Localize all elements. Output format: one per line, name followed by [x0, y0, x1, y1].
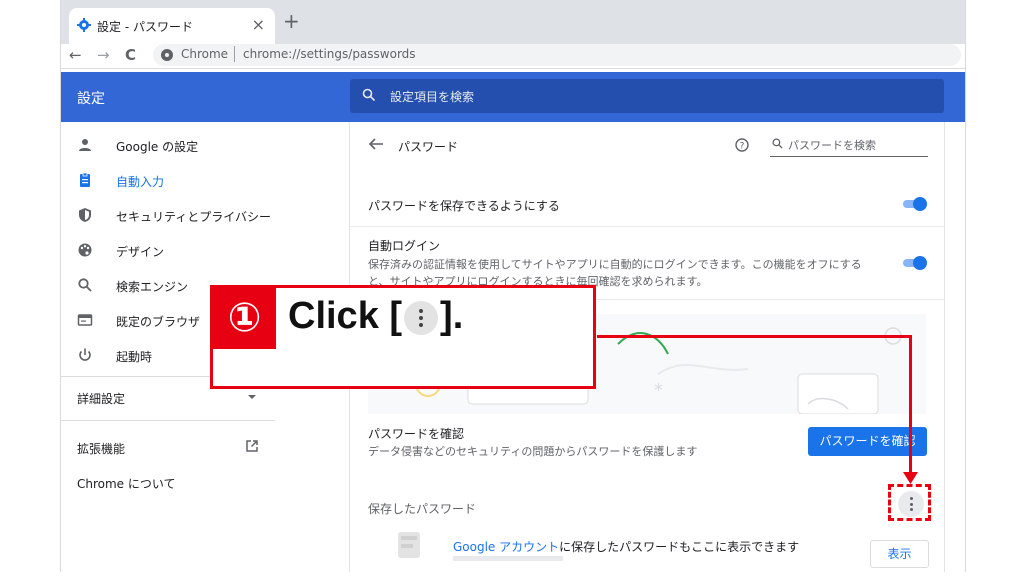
auto-signin-description: 保存済みの認証情報を使用してサイトやアプリに自動的にログインできます。この機能を…: [368, 258, 862, 271]
url-text[interactable]: chrome://settings/passwords: [243, 47, 416, 61]
instruction-text: Click [].: [288, 295, 463, 338]
browser-toolbar: ← → C Chrome chrome://settings/passwords: [61, 44, 965, 69]
row-divider: [350, 226, 944, 227]
search-icon: [772, 138, 783, 149]
search-icon: [78, 278, 92, 292]
omnibox-separator: [234, 46, 235, 62]
annotation-connector-horizontal: [597, 335, 912, 338]
site-label: Chrome: [181, 47, 229, 61]
annotation-highlight-box: [888, 484, 931, 521]
autofill-icon: [80, 172, 90, 187]
step-number-badge: ①: [213, 288, 276, 349]
section-title: パスワード: [398, 140, 459, 154]
instruction-callout: ① Click [].: [210, 285, 596, 389]
sidebar-item-extensions[interactable]: 拡張機能: [77, 440, 125, 457]
gear-icon: [77, 18, 91, 32]
arrow-down-icon: [903, 472, 918, 484]
sidebar-item-autofill[interactable]: 自動入力: [77, 170, 267, 190]
search-icon: [362, 88, 376, 102]
check-passwords-title: パスワードを確認: [368, 427, 465, 441]
back-arrow-icon[interactable]: [368, 137, 384, 151]
svg-text:?: ?: [740, 142, 745, 152]
offer-to-save-toggle[interactable]: [901, 197, 927, 211]
settings-search-input[interactable]: 設定項目を検索: [350, 79, 944, 113]
help-icon[interactable]: ?: [735, 138, 749, 152]
sidebar-item-google[interactable]: Google の設定: [77, 135, 267, 155]
instruction-text-after: ].: [440, 295, 464, 337]
tab-strip: 設定 - パスワード × +: [61, 0, 965, 44]
shield-icon: [79, 208, 91, 222]
forward-button[interactable]: →: [97, 46, 110, 64]
annotation-connector-vertical: [909, 335, 912, 475]
chrome-icon: [161, 49, 173, 61]
new-tab-button[interactable]: +: [283, 11, 300, 31]
more-vert-icon: [404, 300, 439, 335]
auto-signin-label: 自動ログイン: [368, 239, 441, 253]
sidebar-divider: [61, 420, 275, 421]
reload-button[interactable]: C: [125, 46, 136, 64]
blurred-account-icon: [398, 532, 420, 558]
sidebar-item-label: セキュリティとプライバシー: [116, 210, 272, 224]
check-passwords-description: データ侵害などのセキュリティの問題からパスワードを保護します: [368, 445, 698, 458]
auto-signin-toggle[interactable]: [901, 256, 927, 270]
sidebar-item-label: 起動時: [116, 350, 153, 364]
sidebar-item-about[interactable]: Chrome について: [77, 475, 176, 492]
google-account-link[interactable]: Google アカウント: [453, 540, 559, 554]
offer-to-save-label: パスワードを保存できるようにする: [368, 199, 560, 213]
person-icon: [79, 139, 91, 151]
sidebar-item-design[interactable]: デザイン: [77, 240, 267, 260]
back-button[interactable]: ←: [69, 46, 82, 64]
open-in-new-icon[interactable]: [245, 439, 259, 453]
search-placeholder: 設定項目を検索: [390, 90, 475, 104]
google-account-note: Google アカウントに保存したパスワードもここに表示できます: [453, 538, 799, 555]
settings-header: 設定 設定項目を検索: [61, 72, 965, 122]
address-bar[interactable]: Chrome chrome://settings/passwords: [153, 44, 961, 66]
password-search-input[interactable]: パスワードを検索: [770, 132, 928, 157]
tab-title: 設定 - パスワード: [97, 20, 193, 34]
sidebar-item-label: デザイン: [116, 245, 165, 259]
sidebar-item-label: Google の設定: [116, 140, 199, 154]
sidebar-item-label: 既定のブラウザ: [116, 315, 201, 329]
sidebar-item-label: 自動入力: [116, 175, 165, 189]
saved-passwords-title: 保存したパスワード: [368, 502, 477, 516]
page-title: 設定: [77, 91, 105, 107]
chevron-down-icon[interactable]: [247, 393, 257, 401]
sidebar-item-label: 検索エンジン: [116, 280, 189, 294]
palette-icon: [78, 243, 92, 257]
password-search-placeholder: パスワードを検索: [788, 139, 876, 152]
svg-text:*: *: [654, 380, 663, 401]
tab-settings-passwords[interactable]: 設定 - パスワード ×: [69, 8, 275, 44]
show-button[interactable]: 表示: [870, 540, 929, 568]
sidebar-item-security[interactable]: セキュリティとプライバシー: [77, 205, 271, 225]
sidebar-item-advanced[interactable]: 詳細設定: [77, 390, 125, 407]
close-icon[interactable]: ×: [252, 15, 265, 34]
browser-icon: [77, 314, 93, 326]
google-account-note-text: に保存したパスワードもここに表示できます: [559, 540, 800, 554]
blurred-line: [453, 556, 563, 561]
instruction-text-before: Click [: [288, 295, 403, 337]
power-icon: [79, 348, 91, 361]
